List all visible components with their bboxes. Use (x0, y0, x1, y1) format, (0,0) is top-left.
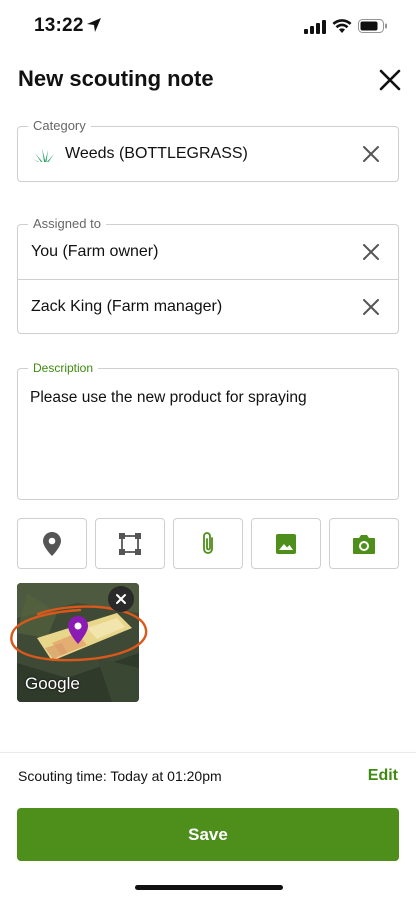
grass-icon (33, 148, 54, 162)
annotation-circle (10, 605, 148, 662)
add-image-button[interactable] (251, 518, 321, 569)
description-legend: Description (28, 359, 99, 377)
category-field[interactable]: Category Weeds (BOTTLEGRASS) (17, 117, 399, 182)
google-attribution: Google (25, 674, 80, 693)
paperclip-icon (203, 531, 213, 554)
assignee-label: You (Farm owner) (31, 243, 159, 260)
signal-icon (304, 20, 326, 34)
status-bar: 13:22 (0, 0, 416, 54)
home-indicator (135, 885, 283, 890)
close-icon[interactable] (376, 66, 404, 94)
page-title: New scouting note (18, 66, 214, 91)
battery-icon (358, 19, 387, 33)
assignee-row[interactable]: Zack King (Farm manager) (18, 279, 398, 333)
image-icon (276, 533, 296, 554)
location-pin-icon (43, 531, 61, 556)
location-arrow-icon (87, 18, 101, 32)
add-location-button[interactable] (17, 518, 87, 569)
attach-file-button[interactable] (173, 518, 243, 569)
save-button[interactable]: Save (17, 808, 399, 861)
assigned-to-field: Assigned to You (Farm owner) Zack King (… (17, 215, 399, 334)
clear-category-icon[interactable] (360, 143, 382, 165)
scouting-time: Scouting time: Today at 01:20pm (18, 768, 222, 784)
description-field[interactable]: Description Please use the new product f… (17, 359, 399, 500)
remove-map-button[interactable] (108, 586, 134, 612)
draw-area-button[interactable] (95, 518, 165, 569)
wifi-icon (332, 19, 352, 33)
remove-assignee-icon[interactable] (360, 241, 382, 263)
take-photo-button[interactable] (329, 518, 399, 569)
footer-divider (0, 752, 416, 753)
description-text: Please use the new product for spraying (30, 389, 307, 406)
assignee-label: Zack King (Farm manager) (31, 297, 223, 315)
close-icon (116, 594, 126, 604)
edit-time-link[interactable]: Edit (368, 767, 398, 785)
area-select-icon (119, 532, 141, 555)
camera-icon (353, 534, 375, 554)
assignee-row[interactable]: You (Farm owner) (18, 225, 398, 279)
category-value: Weeds (BOTTLEGRASS) (65, 145, 248, 162)
remove-assignee-icon[interactable] (360, 296, 382, 318)
status-time: 13:22 (34, 15, 84, 36)
